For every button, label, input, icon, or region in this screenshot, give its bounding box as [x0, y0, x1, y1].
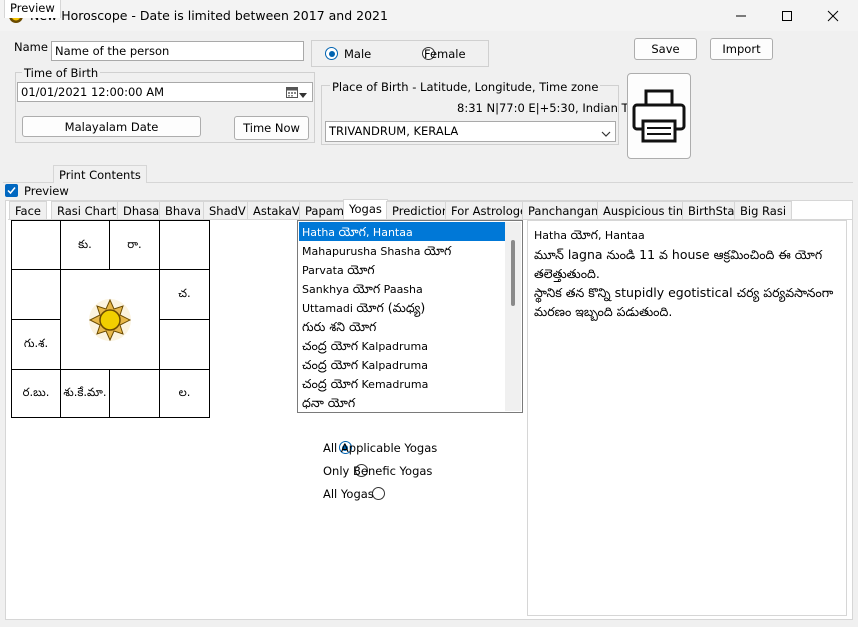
detail-line: స్థానిక తన కొన్ని stupidly egotistical చ…	[534, 285, 834, 300]
yoga-item[interactable]: గురు శని యోగ	[299, 317, 506, 336]
male-label: Male	[344, 47, 372, 61]
place-of-birth-label: Place of Birth - Latitude, Longitude, Ti…	[330, 80, 601, 94]
all-applicable-yogas-label: All Applicable Yogas	[323, 441, 438, 455]
close-icon	[827, 10, 839, 21]
chart-cell: కు.	[60, 220, 110, 270]
checkmark-icon	[7, 187, 16, 195]
yoga-list-scrollbar[interactable]	[505, 222, 521, 411]
yoga-item[interactable]: Hatha యోగ, Hantaa	[299, 222, 506, 241]
detail-line: మరణం ఇబ్బంది పడుతుంది.	[534, 304, 673, 319]
printer-icon	[632, 89, 686, 143]
save-button[interactable]: Save	[634, 38, 697, 60]
yoga-detail-panel: Hatha యోగ, Hantaa మూన్ lagna నుండి 11 వ …	[527, 220, 847, 616]
chart-cell	[11, 220, 61, 270]
preview-checkbox[interactable]	[5, 184, 18, 197]
print-button[interactable]	[627, 73, 691, 159]
yoga-item[interactable]: Sankhya యోగ Paasha	[299, 279, 506, 298]
yoga-item[interactable]: ధనా యోగ	[299, 393, 506, 412]
rasi-chart: కు. రా. చ. గు.శ. ర.బు. శు.కే.మా. ల.	[11, 220, 210, 418]
yoga-item[interactable]: Parvata యోగ	[299, 260, 506, 279]
chart-cell: చ.	[159, 269, 210, 320]
only-benefic-yogas-label: Only Benefic Yogas	[323, 464, 433, 478]
yoga-item[interactable]: చంద్ర యోగ Kemadruma	[299, 374, 506, 393]
time-now-button[interactable]: Time Now	[234, 116, 309, 140]
yoga-item[interactable]: చంద్ర యోగ Kalpadruma	[299, 355, 506, 374]
datetime-value: 01/01/2021 12:00:00 AM	[21, 85, 165, 99]
male-radio[interactable]	[325, 47, 338, 60]
tab-yogas[interactable]: Yogas	[343, 199, 388, 219]
time-of-birth-label: Time of Birth	[22, 66, 101, 80]
maximize-icon	[782, 10, 792, 21]
minimize-button[interactable]	[718, 0, 764, 31]
chevron-down-icon[interactable]	[601, 127, 611, 141]
sun-icon	[88, 298, 132, 341]
maximize-button[interactable]	[764, 0, 810, 31]
malayalam-date-button[interactable]: Malayalam Date	[22, 116, 201, 137]
chart-center	[60, 269, 160, 370]
tab-print-contents[interactable]: Print Contents	[53, 165, 147, 183]
window-title: New Horoscope - Date is limited between …	[30, 8, 388, 23]
chart-cell: ల.	[159, 369, 210, 418]
tab-panchangam[interactable]: Panchangam	[522, 201, 609, 219]
coordinates-text: 8:31 N|77:0 E|+5:30, Indian Time	[457, 101, 650, 115]
name-input[interactable]: Name of the person	[51, 41, 304, 61]
tab-big-rasi[interactable]: Big Rasi	[734, 201, 793, 219]
name-label: Name	[14, 40, 48, 54]
detail-heading: Hatha యోగ, Hantaa	[534, 227, 645, 242]
detail-line: మూన్ lagna నుండి 11 వ house ఆక్రమించింది…	[534, 247, 823, 262]
import-button[interactable]: Import	[710, 38, 773, 60]
yoga-item[interactable]: చంద్ర యోగ Kalpadruma	[299, 336, 506, 355]
chart-cell	[159, 220, 210, 270]
tab-bhava[interactable]: Bhava	[159, 201, 208, 219]
yoga-item[interactable]: Mahapurusha Shasha యోగ	[299, 241, 506, 260]
chart-cell	[11, 269, 61, 320]
datetime-picker[interactable]: 01/01/2021 12:00:00 AM	[17, 82, 313, 102]
chart-cell: రా.	[109, 220, 160, 270]
scrollbar-thumb[interactable]	[511, 240, 515, 306]
chart-cell	[159, 319, 210, 370]
tab-shadv[interactable]: ShadV	[203, 201, 252, 219]
yoga-list[interactable]: Hatha యోగ, Hantaa Mahapurusha Shasha యోగ…	[297, 220, 523, 413]
tab-dhasa[interactable]: Dhasa	[117, 201, 166, 219]
chart-cell: గు.శ.	[11, 319, 61, 370]
all-yogas-label: All Yogas	[323, 487, 374, 501]
dropdown-arrow-icon[interactable]	[299, 88, 308, 102]
close-button[interactable]	[810, 0, 856, 31]
preview-checkbox-label: Preview	[24, 184, 69, 198]
female-label: Female	[424, 47, 466, 61]
chart-cell: శు.కే.మా.	[60, 369, 110, 418]
chart-cell	[109, 369, 160, 418]
tab-astakav[interactable]: AstakaV	[247, 201, 306, 219]
place-select[interactable]: TRIVANDRUM, KERALA	[325, 121, 616, 142]
tab-preview[interactable]: Preview	[4, 0, 61, 18]
calendar-icon[interactable]	[286, 86, 298, 101]
place-value: TRIVANDRUM, KERALA	[329, 124, 459, 138]
tab-face[interactable]: Face	[9, 201, 48, 219]
chart-cell: ర.బు.	[11, 369, 61, 418]
minimize-icon	[736, 15, 746, 16]
detail-line: తలెత్తుతుంది.	[534, 266, 600, 281]
yoga-item[interactable]: Uttamadi యోగ (మధ్య)	[299, 298, 506, 317]
yoga-detail-text: Hatha యోగ, Hantaa మూన్ lagna నుండి 11 వ …	[534, 225, 833, 321]
